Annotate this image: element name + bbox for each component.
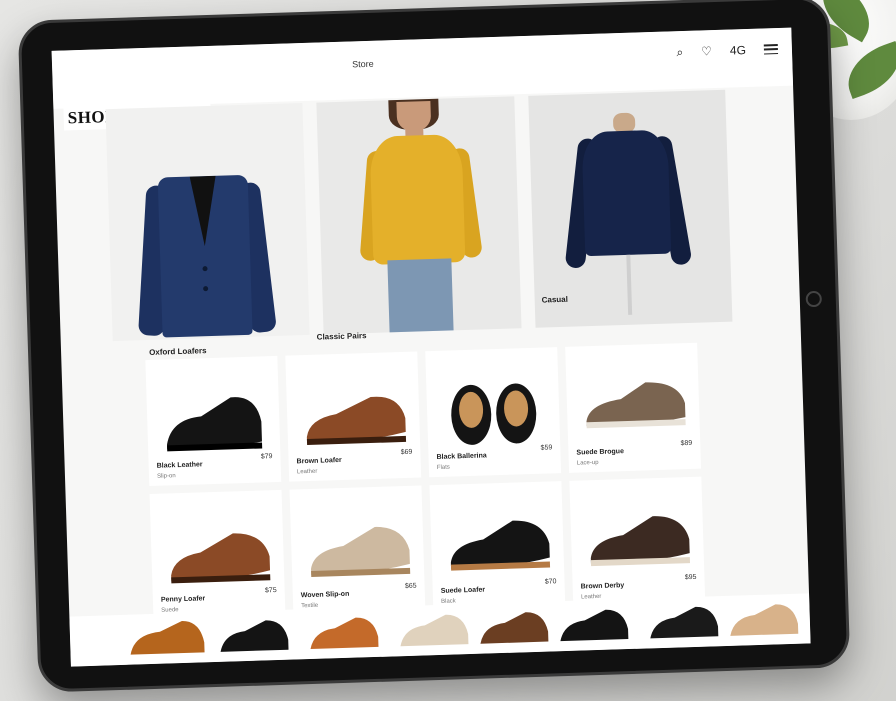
blouse-image <box>357 96 484 335</box>
app-title: Store <box>352 58 374 70</box>
menu-icon[interactable] <box>763 44 779 55</box>
product-name: Woven Slip-on <box>300 590 350 600</box>
toolbar-icons: ⌕ ♡ 4G <box>676 42 779 60</box>
search-icon[interactable]: ⌕ <box>676 45 683 60</box>
penny-loafer-image <box>171 533 271 584</box>
suede-brogue-image <box>586 382 686 429</box>
home-button[interactable] <box>805 290 823 308</box>
section-label-featured: Casual <box>541 294 569 305</box>
product-name: Brown Loafer <box>296 456 342 466</box>
black-suede-loafer-image <box>450 520 551 571</box>
product-price: $95 <box>684 573 697 582</box>
featured-item-jacket[interactable] <box>527 89 733 328</box>
black-shoe-image <box>167 397 263 452</box>
product-price: $75 <box>264 587 277 595</box>
product-price: $70 <box>544 578 557 586</box>
blazer-image <box>137 164 277 338</box>
woven-slipon-image <box>311 526 411 577</box>
product-subtitle: Lace-up <box>576 459 599 467</box>
product-price: $59 <box>540 444 553 452</box>
wishlist-icon[interactable]: ♡ <box>701 44 712 59</box>
product-subtitle: Flats <box>436 464 450 471</box>
product-card[interactable]: Suede Loafer $70 Black <box>429 481 566 612</box>
product-price: $89 <box>680 439 693 448</box>
section-heading-left: Oxford Loafers <box>148 346 207 357</box>
signal-status: 4G <box>729 43 747 58</box>
product-card[interactable]: Penny Loafer $75 Suede <box>149 489 286 620</box>
product-name: Suede Brogue <box>576 448 625 457</box>
product-card[interactable]: Suede Brogue $89 Lace-up <box>565 342 702 473</box>
ballerina-image <box>451 383 537 445</box>
product-card[interactable]: Brown Derby $95 Leather <box>569 476 706 607</box>
featured-item-blazer[interactable] <box>105 103 310 342</box>
brown-loafer-image <box>306 396 407 446</box>
product-price: $79 <box>260 453 273 461</box>
featured-item-blouse[interactable] <box>316 96 522 335</box>
product-name: Suede Loafer <box>440 586 486 595</box>
product-card[interactable]: Woven Slip-on $65 Textile <box>289 485 426 616</box>
tablet-device: Store ⌕ ♡ 4G SHOE FACTORY <box>17 0 851 693</box>
product-card[interactable]: Brown Loafer $69 Leather <box>285 351 422 482</box>
featured-carousel <box>105 89 733 342</box>
product-card[interactable]: Black Leather $79 Slip-on <box>145 355 282 487</box>
product-name: Penny Loafer <box>160 595 206 604</box>
product-price: $65 <box>404 582 417 591</box>
product-subtitle: Slip-on <box>156 473 176 480</box>
jacket-image <box>564 111 693 315</box>
product-name: Black Leather <box>156 461 203 470</box>
tablet-screen: Store ⌕ ♡ 4G SHOE FACTORY <box>51 27 811 667</box>
brown-derby-image <box>590 516 691 567</box>
product-card[interactable]: Black Ballerina $59 Flats <box>425 347 562 478</box>
product-name: Brown Derby <box>580 582 625 591</box>
product-row-1: Black Leather $79 Slip-on Brown Loafer $… <box>145 342 702 487</box>
product-name: Black Ballerina <box>436 452 487 461</box>
product-price: $69 <box>400 448 413 457</box>
product-subtitle: Leather <box>296 468 318 476</box>
section-heading-mid: Classic Pairs <box>316 331 367 342</box>
